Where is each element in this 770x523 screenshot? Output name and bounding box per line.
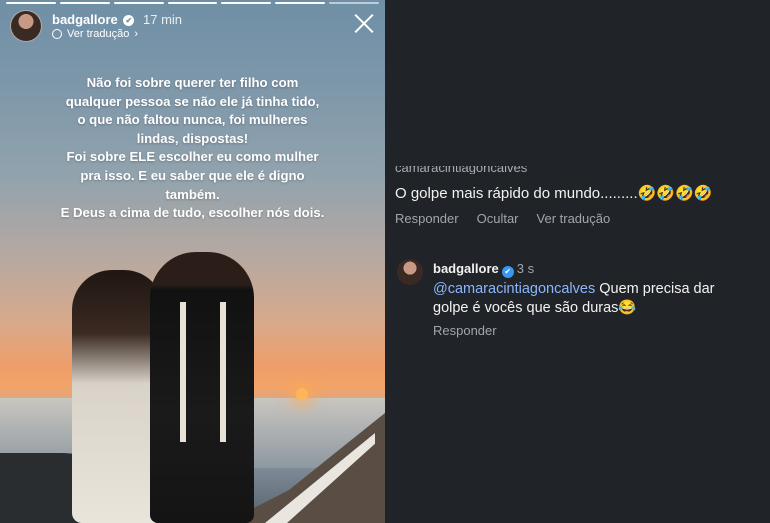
shirt-stripe	[220, 302, 226, 442]
reply-header: badgallore ✔ 3 s	[433, 261, 534, 278]
progress-segment	[275, 2, 326, 4]
avatar[interactable]	[397, 259, 423, 285]
reply-username[interactable]: badgallore	[433, 261, 499, 276]
story-caption-text: Não foi sobre querer ter filho com qualq…	[60, 75, 325, 221]
mention-link[interactable]: @camaracintiagoncalves	[433, 281, 595, 297]
avatar[interactable]	[10, 10, 42, 42]
comment-username-partial[interactable]: camaracintiagoncalves	[395, 166, 527, 174]
sunset-sun	[296, 388, 308, 400]
hide-button[interactable]: Ocultar	[477, 211, 519, 226]
translate-button[interactable]: Ver tradução	[537, 211, 611, 226]
reply-time: 3 s	[516, 261, 535, 276]
progress-segment	[6, 2, 56, 4]
progress-segment	[59, 2, 110, 4]
story-username-row[interactable]: badgallore ✔ 17 min	[52, 12, 182, 27]
chevron-right-icon: ›	[134, 28, 139, 40]
story-viewer[interactable]: badgallore ✔ 17 min Ver tradução › Não f…	[0, 0, 385, 523]
reply-text: @camaracintiagoncalves Quem precisa dar …	[433, 280, 753, 317]
translate-label[interactable]: Ver tradução	[67, 28, 129, 40]
verified-icon: ✔	[123, 15, 135, 26]
comment-actions: Responder Ocultar Ver tradução	[395, 211, 610, 226]
comment-text: O golpe mais rápido do mundo.........🤣🤣🤣…	[395, 185, 713, 202]
story-header: badgallore ✔ 17 min Ver tradução ›	[10, 10, 375, 44]
globe-icon	[52, 29, 62, 39]
progress-segment	[167, 2, 218, 4]
story-username[interactable]: badgallore	[52, 12, 118, 27]
man-figure	[150, 252, 254, 523]
progress-segment	[221, 2, 272, 4]
shirt-stripe	[180, 302, 186, 442]
story-progress	[6, 2, 380, 4]
progress-segment	[113, 2, 164, 4]
story-caption: Não foi sobre querer ter filho com qualq…	[20, 74, 365, 223]
reply-actions: Responder	[433, 323, 497, 338]
reply-button[interactable]: Responder	[433, 323, 497, 338]
verified-icon: ✔	[501, 266, 514, 278]
close-icon[interactable]	[353, 12, 375, 34]
progress-segment	[329, 2, 380, 4]
translate-link[interactable]: Ver tradução ›	[52, 28, 138, 40]
reply-button[interactable]: Responder	[395, 211, 459, 226]
story-time: 17 min	[143, 12, 183, 27]
comments-panel: camaracintiagoncalves O golpe mais rápid…	[385, 0, 770, 523]
